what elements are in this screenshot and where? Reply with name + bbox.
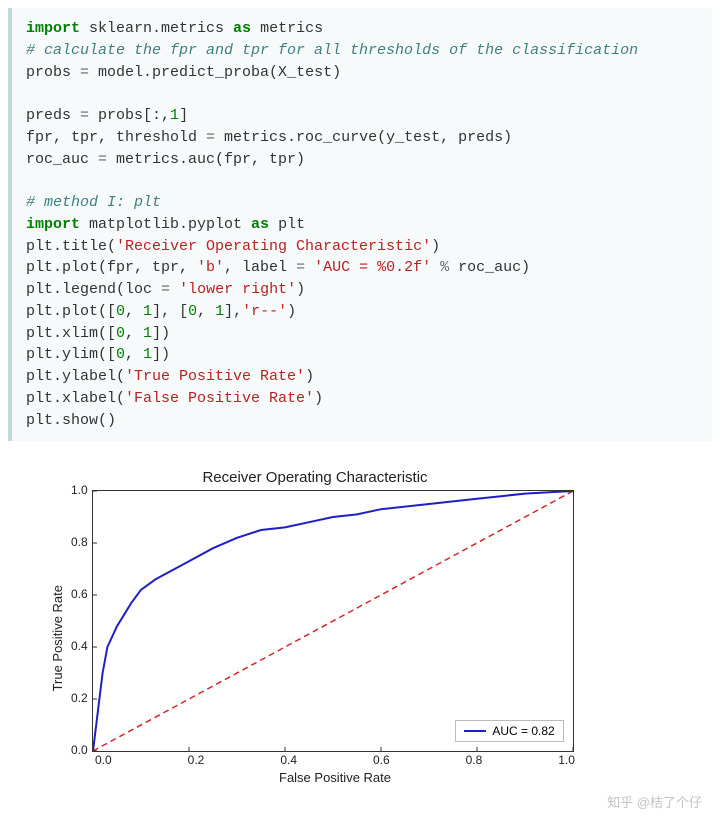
plot-svg	[92, 490, 574, 752]
x-ticks: 0.0 0.2 0.4 0.6 0.8 1.0	[95, 753, 575, 767]
plot-area: AUC = 0.82	[92, 490, 572, 750]
y-ticks: 1.0 0.8 0.6 0.4 0.2 0.0	[71, 490, 92, 750]
watermark: 知乎 @桔了个仔	[607, 792, 702, 811]
code-block: import sklearn.metrics as metrics # calc…	[8, 8, 712, 441]
legend: AUC = 0.82	[455, 720, 563, 742]
legend-label: AUC = 0.82	[492, 724, 554, 738]
chart-title: Receiver Operating Characteristic	[50, 469, 580, 486]
y-axis-label: True Positive Rate	[50, 585, 65, 691]
x-axis-label: False Positive Rate	[95, 770, 575, 785]
roc-chart: Receiver Operating Characteristic True P…	[8, 469, 712, 785]
legend-line-icon	[464, 730, 486, 732]
diagonal-line	[93, 491, 573, 751]
